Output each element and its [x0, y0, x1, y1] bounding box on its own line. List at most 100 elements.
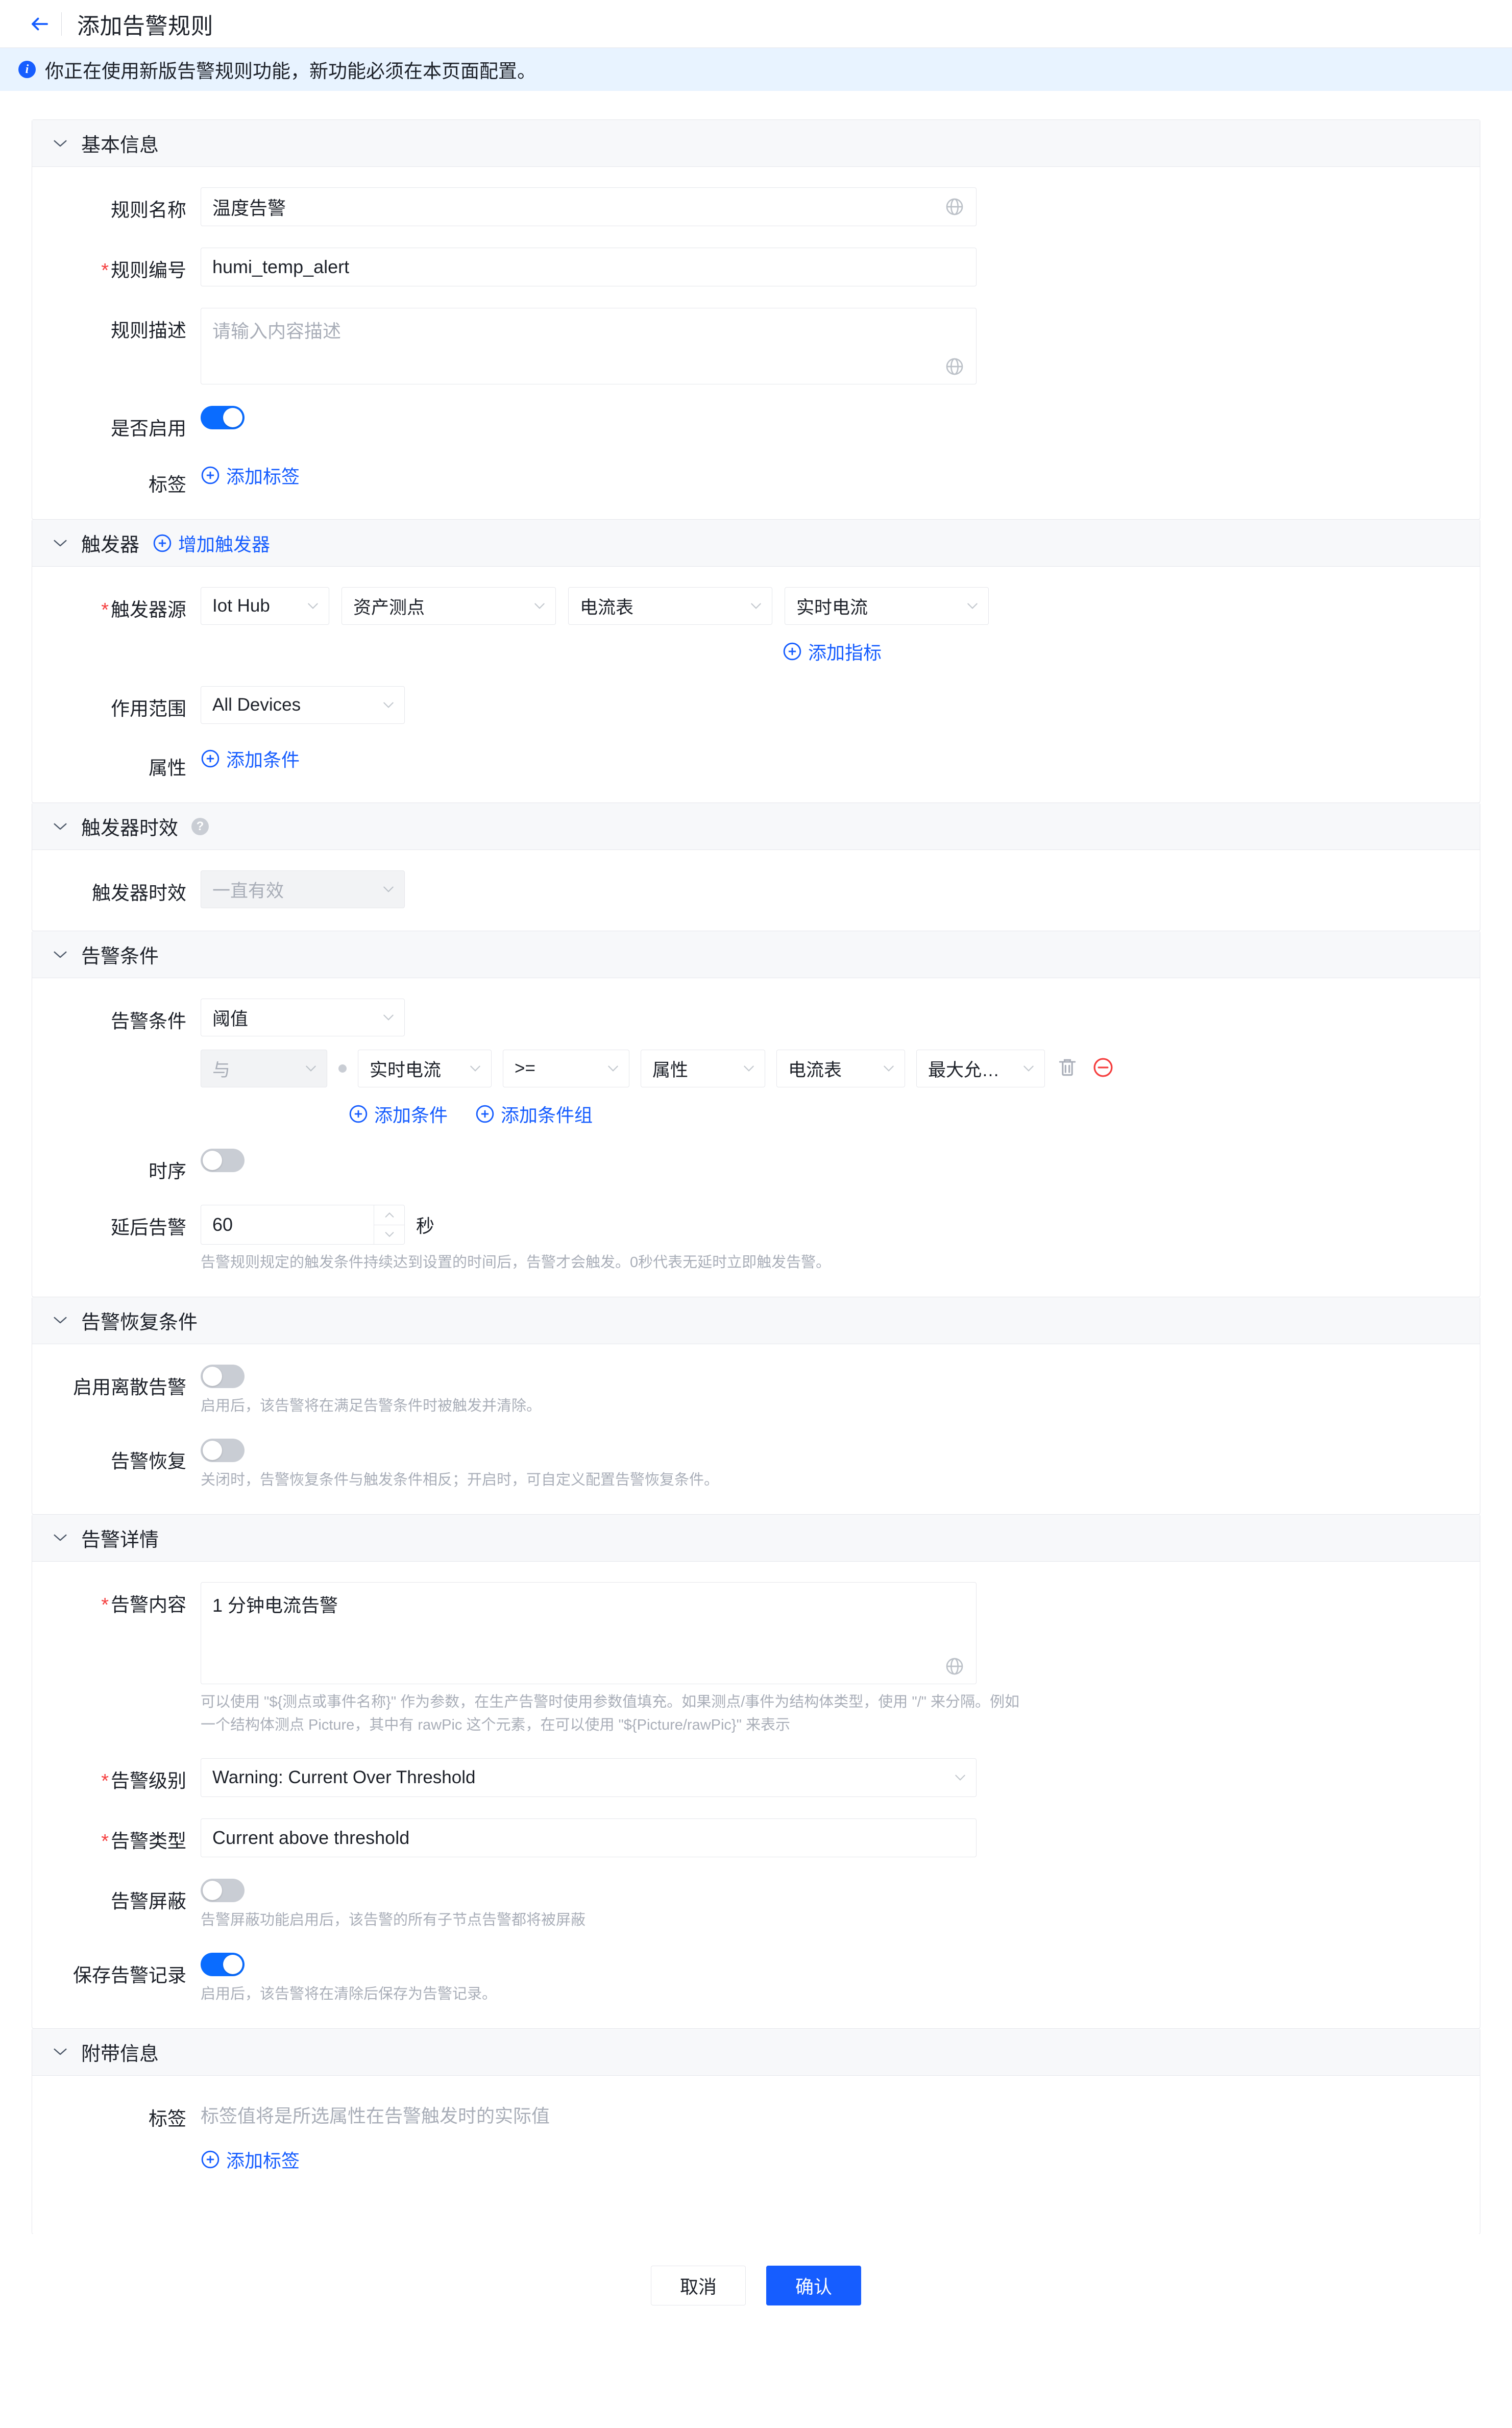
chevron-down-icon[interactable] — [53, 2044, 68, 2059]
chevron-down-icon[interactable] — [53, 536, 68, 551]
condition-right-kind-select[interactable]: 属性 — [641, 1050, 765, 1087]
alarm-content-textarea[interactable]: 1 分钟电流告警 — [201, 1582, 977, 1684]
enable-toggle[interactable] — [201, 406, 245, 429]
scope-value: All Devices — [212, 695, 377, 715]
section-title: 触发器 — [81, 529, 139, 557]
condition-operator-select[interactable]: >= — [503, 1050, 629, 1087]
chevron-down-icon — [966, 602, 979, 610]
alarm-level-select[interactable]: Warning: Current Over Threshold — [201, 1758, 977, 1797]
form-content: 基本信息 规则名称 温度告警 *规则编号 humi_ — [0, 91, 1512, 2235]
minus-circle-icon[interactable] — [1092, 1056, 1116, 1081]
rule-description-textarea[interactable]: 请输入内容描述 — [201, 308, 977, 384]
condition-right-source-select[interactable]: 电流表 — [776, 1050, 905, 1087]
save-alarm-record-toggle[interactable] — [201, 1953, 245, 1976]
chevron-down-icon — [954, 1774, 967, 1782]
section-trigger-header[interactable]: 触发器 增加触发器 — [32, 520, 1480, 567]
condition-right-source-value: 电流表 — [788, 1056, 877, 1082]
add-tag-button[interactable]: 添加标签 — [201, 462, 300, 489]
rule-name-input[interactable]: 温度告警 — [201, 187, 977, 226]
alarm-shield-toggle[interactable] — [201, 1879, 245, 1902]
globe-icon[interactable] — [944, 1656, 965, 1677]
confirm-button[interactable]: 确认 — [766, 2266, 861, 2305]
attribute-label: 属性 — [32, 745, 201, 780]
trigger-source-select-4[interactable]: 实时电流 — [785, 587, 989, 625]
back-arrow-icon[interactable] — [27, 11, 53, 37]
field-trigger-source: *触发器源 Iot Hub 资产测点 电流表 — [32, 587, 1480, 665]
alarm-type-input[interactable]: Current above threshold — [201, 1818, 977, 1857]
alarm-recovery-toggle[interactable] — [201, 1439, 245, 1462]
add-condition-group-label: 添加条件组 — [501, 1101, 593, 1127]
question-icon[interactable]: ? — [191, 818, 209, 835]
add-extra-tag-button[interactable]: 添加标签 — [201, 2146, 300, 2173]
plus-circle-icon — [783, 642, 802, 661]
discrete-alarm-toggle[interactable] — [201, 1365, 245, 1388]
sequence-toggle[interactable] — [201, 1149, 245, 1172]
chevron-down-icon — [749, 602, 763, 610]
chevron-down-icon[interactable] — [53, 1313, 68, 1328]
chevron-down-icon[interactable] — [53, 947, 68, 962]
section-basic-info-header[interactable]: 基本信息 — [32, 120, 1480, 167]
cancel-button[interactable]: 取消 — [651, 2266, 746, 2305]
scope-select[interactable]: All Devices — [201, 686, 405, 724]
trigger-source-select-3[interactable]: 电流表 — [568, 587, 772, 625]
add-attribute-condition-button[interactable]: 添加条件 — [201, 745, 300, 772]
field-alarm-type: *告警类型 Current above threshold — [32, 1818, 1480, 1857]
field-delay-alarm: 延后告警 60 秒 告警规则规定的触发条件持续达到设置的时间后，告警才会触发。0… — [32, 1205, 1480, 1274]
rule-code-input[interactable]: humi_temp_alert — [201, 248, 977, 286]
sequence-label: 时序 — [32, 1149, 201, 1183]
extra-tag-hint: 标签值将是所选属性在告警触发时的实际值 — [201, 2096, 550, 2128]
trash-icon[interactable] — [1056, 1056, 1081, 1081]
toggle-knob — [223, 408, 242, 427]
section-alarm-condition-header[interactable]: 告警条件 — [32, 931, 1480, 978]
section-extra-info-header[interactable]: 附带信息 — [32, 2029, 1480, 2076]
globe-icon[interactable] — [944, 197, 965, 217]
stepper-up-icon[interactable] — [374, 1205, 404, 1225]
plus-circle-icon — [153, 533, 172, 553]
condition-logic-select[interactable]: 与 — [201, 1050, 327, 1087]
chevron-down-icon[interactable] — [53, 819, 68, 834]
chevron-down-icon[interactable] — [53, 1530, 68, 1545]
field-sequence: 时序 — [32, 1149, 1480, 1183]
condition-right-value-select[interactable]: 最大允许… — [916, 1050, 1045, 1087]
section-alarm-details-header[interactable]: 告警详情 — [32, 1515, 1480, 1562]
add-trigger-label: 增加触发器 — [178, 530, 270, 556]
rule-name-label: 规则名称 — [32, 187, 201, 222]
add-metric-button[interactable]: 添加指标 — [783, 638, 882, 665]
save-alarm-record-label: 保存告警记录 — [32, 1953, 201, 1987]
condition-expression-row: 与 实时电流 >= 属性 — [201, 1050, 1480, 1087]
stepper-down-icon[interactable] — [374, 1225, 404, 1245]
condition-left-select[interactable]: 实时电流 — [358, 1050, 492, 1087]
globe-icon[interactable] — [944, 356, 965, 377]
rule-description-label: 规则描述 — [32, 308, 201, 343]
add-condition-button[interactable]: 添加条件 — [349, 1101, 448, 1127]
alarm-condition-type-select[interactable]: 阈值 — [201, 999, 405, 1036]
trigger-timing-select[interactable]: 一直有效 — [201, 870, 405, 908]
stepper-arrows — [374, 1205, 404, 1244]
section-trigger-timing-header[interactable]: 触发器时效 ? — [32, 803, 1480, 850]
section-recovery: 告警恢复条件 启用离散告警 启用后，该告警将在满足告警条件时被触发并清除。 告警… — [32, 1297, 1480, 1515]
plus-circle-icon — [201, 466, 220, 485]
trigger-source-select-1[interactable]: Iot Hub — [201, 587, 329, 625]
condition-right-value: 最大允许… — [928, 1056, 1017, 1082]
delay-alarm-unit: 秒 — [416, 1211, 434, 1238]
trigger-source-label-text: 触发器源 — [111, 599, 186, 620]
chevron-down-icon — [304, 1064, 318, 1073]
chevron-down-icon — [882, 1064, 895, 1073]
toggle-knob — [203, 1151, 222, 1170]
chevron-down-icon[interactable] — [53, 136, 68, 151]
section-alarm-details-body: *告警内容 1 分钟电流告警 可以使用 "${测点或事件名称}" 作为参数，在生… — [32, 1562, 1480, 2028]
condition-right-kind-value: 属性 — [652, 1056, 737, 1082]
delay-alarm-stepper[interactable]: 60 — [201, 1205, 405, 1245]
section-title: 触发器时效 — [81, 812, 178, 840]
toggle-knob — [223, 1955, 242, 1974]
extra-tag-label: 标签 — [32, 2096, 201, 2131]
add-trigger-button[interactable]: 增加触发器 — [153, 530, 270, 556]
info-banner: i 你正在使用新版告警规则功能，新功能必须在本页面配置。 — [0, 48, 1512, 91]
add-condition-group-button[interactable]: 添加条件组 — [475, 1101, 593, 1127]
condition-left-value: 实时电流 — [370, 1056, 464, 1082]
section-recovery-header[interactable]: 告警恢复条件 — [32, 1297, 1480, 1344]
section-alarm-details: 告警详情 *告警内容 1 分钟电流告警 可以使用 "${测点或事件名称}" 作为… — [32, 1514, 1480, 2029]
trigger-source-select-2[interactable]: 资产测点 — [342, 587, 556, 625]
alarm-condition-label: 告警条件 — [32, 999, 201, 1033]
alarm-content-hint-line2: 一个结构体测点 Picture，其中有 rawPic 这个元素，在可以使用 "$… — [201, 1714, 1480, 1737]
